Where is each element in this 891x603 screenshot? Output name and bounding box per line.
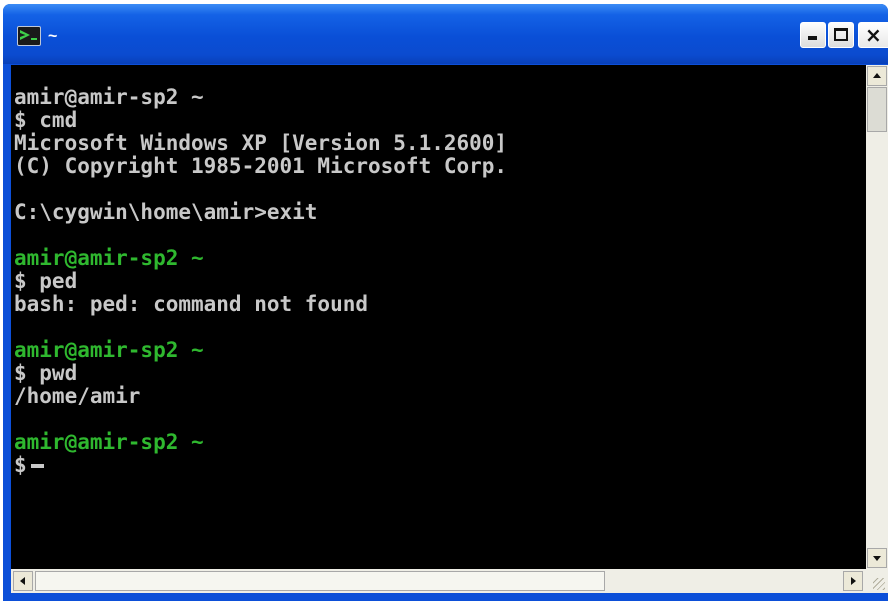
title-bar[interactable]: ~ ×	[3, 4, 888, 64]
console-line: bash: ped: command not found	[14, 292, 369, 316]
console-line: $ pwd	[14, 361, 78, 385]
prompt-line: amir@amir-sp2 ~	[14, 338, 204, 362]
console-line: $	[14, 454, 44, 477]
maximize-button[interactable]	[828, 22, 854, 48]
terminal-app-icon[interactable]	[17, 26, 41, 46]
window-bottom-border	[3, 593, 888, 601]
minimize-button[interactable]	[800, 22, 826, 48]
window-title: ~	[48, 28, 58, 45]
resize-grip-icon	[873, 578, 885, 590]
console-line: (C) Copyright 1985-2001 Microsoft Corp.	[14, 154, 508, 178]
cursor-glyph	[31, 38, 37, 40]
text-cursor	[30, 464, 44, 468]
arrow-right-icon	[851, 577, 856, 585]
prompt-line: amir@amir-sp2 ~	[14, 246, 204, 270]
vertical-scroll-thumb[interactable]	[867, 87, 887, 132]
vertical-scrollbar[interactable]	[866, 65, 888, 569]
scroll-right-button[interactable]	[843, 571, 863, 591]
prompt-glyph	[20, 30, 30, 40]
resize-grip[interactable]	[866, 569, 888, 593]
scroll-up-button[interactable]	[867, 66, 887, 86]
arrow-up-icon	[873, 73, 881, 78]
console-line: /home/amir	[14, 384, 141, 408]
horizontal-scroll-thumb[interactable]	[35, 571, 605, 591]
prompt-line: amir@amir-sp2 ~	[14, 430, 204, 454]
scroll-down-button[interactable]	[867, 548, 887, 568]
console-line: Microsoft Windows XP [Version 5.1.2600]	[14, 131, 508, 155]
close-icon: ×	[865, 23, 882, 47]
arrow-down-icon	[873, 556, 881, 561]
minimize-icon	[808, 36, 817, 40]
console-line: C:\cygwin\home\amir>exit	[14, 200, 318, 224]
console-line: $ ped	[14, 269, 78, 293]
scroll-left-button[interactable]	[13, 571, 33, 591]
horizontal-scrollbar[interactable]	[11, 569, 866, 593]
terminal-window: ~ × amir@amir-sp2 ~ $ cmd Microsoft Window…	[3, 4, 888, 601]
maximize-icon	[834, 28, 848, 41]
close-button[interactable]: ×	[858, 22, 888, 48]
console-output[interactable]: amir@amir-sp2 ~ $ cmd Microsoft Windows XP…	[11, 65, 866, 569]
console-line: amir@amir-sp2 ~	[14, 85, 204, 109]
console-line: $ cmd	[14, 108, 78, 132]
arrow-left-icon	[20, 577, 25, 585]
